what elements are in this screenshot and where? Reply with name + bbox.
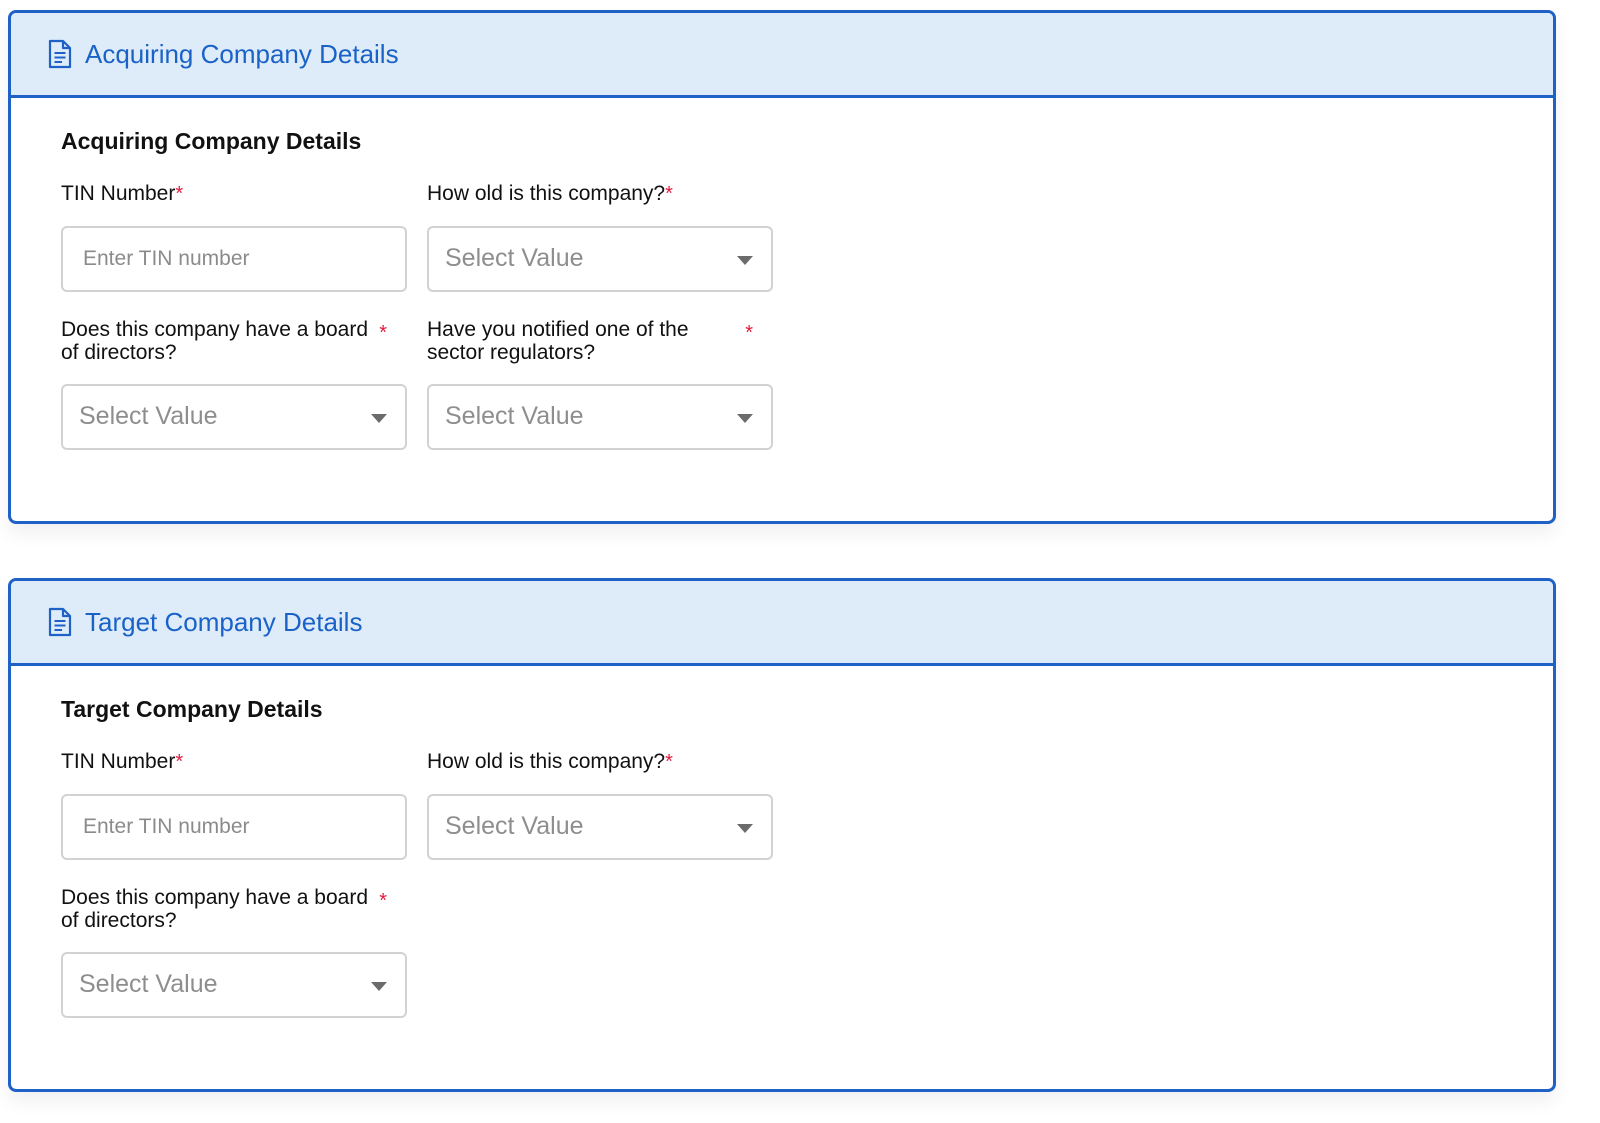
company-age-field: How old is this company?* Select Value [427,750,773,860]
required-asterisk: * [665,183,673,205]
sector-regulators-select[interactable]: Select Value [427,384,773,450]
select-value-text: Select Value [445,244,584,272]
label-text: How old is this company? [427,182,666,205]
company-age-label: How old is this company?* [427,182,773,206]
label-text: Does this company have a board of direct… [61,886,369,932]
page: Acquiring Company Details Acquiring Comp… [0,0,1600,1123]
sector-regulators-field: Have you notified one of the sector regu… [427,318,773,450]
board-of-directors-select[interactable]: Select Value [61,952,407,1018]
tin-number-label: TIN Number* [61,182,407,206]
board-of-directors-field: Does this company have a board of direct… [61,318,407,450]
select-value-text: Select Value [445,812,584,840]
caret-down-icon [737,824,753,833]
required-asterisk: * [379,890,387,912]
company-age-field: How old is this company?* Select Value [427,182,773,292]
select-value-text: Select Value [79,402,218,430]
sector-regulators-label: Have you notified one of the sector regu… [427,318,747,364]
tin-number-input-box [61,794,407,860]
card-header-title: Target Company Details [85,606,363,637]
document-icon [47,607,73,637]
required-asterisk: * [175,751,184,773]
company-age-label: How old is this company?* [427,750,773,774]
tin-number-input[interactable] [63,228,405,290]
label-text: TIN Number [61,182,176,205]
required-asterisk: * [175,183,184,205]
board-of-directors-label: Does this company have a board of direct… [61,886,381,932]
caret-down-icon [737,414,753,423]
required-asterisk: * [665,751,673,773]
card-header-title: Acquiring Company Details [85,38,399,69]
company-age-select[interactable]: Select Value [427,226,773,292]
acquiring-company-card: Acquiring Company Details Acquiring Comp… [8,10,1556,524]
label-text: Have you notified one of the sector regu… [427,318,689,364]
tin-number-input[interactable] [63,796,405,858]
tin-number-input-box [61,226,407,292]
caret-down-icon [737,256,753,265]
tin-number-field: TIN Number* [61,750,407,860]
acquiring-company-header[interactable]: Acquiring Company Details [11,13,1553,98]
tin-number-label: TIN Number* [61,750,407,774]
tin-number-field: TIN Number* [61,182,407,292]
required-asterisk: * [379,322,387,344]
select-value-text: Select Value [445,402,584,430]
caret-down-icon [371,414,387,423]
select-value-text: Select Value [79,970,218,998]
section-title: Acquiring Company Details [61,128,362,154]
caret-down-icon [371,982,387,991]
label-text: How old is this company? [427,750,666,773]
board-of-directors-select[interactable]: Select Value [61,384,407,450]
target-company-header[interactable]: Target Company Details [11,581,1553,666]
label-text: TIN Number [61,750,176,773]
section-title: Target Company Details [61,696,323,722]
board-of-directors-label: Does this company have a board of direct… [61,318,381,364]
board-of-directors-field: Does this company have a board of direct… [61,886,407,1018]
label-text: Does this company have a board of direct… [61,318,369,364]
target-company-card: Target Company Details Target Company De… [8,578,1556,1092]
document-icon [47,39,73,69]
company-age-select[interactable]: Select Value [427,794,773,860]
required-asterisk: * [745,322,753,344]
